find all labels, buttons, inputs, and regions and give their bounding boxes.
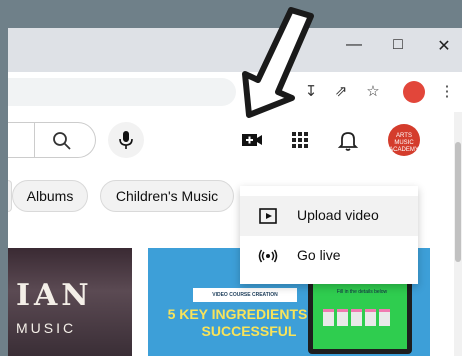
laptop-cards [323,309,393,331]
address-bar: ↧ ⇗ ☆ ⋮ [8,72,462,113]
search-box[interactable] [8,122,96,158]
laptop-illustration: Fill in the details below [308,278,412,354]
profile-avatar[interactable] [403,81,425,103]
play-box-icon [259,208,277,224]
menu-item-upload-video[interactable]: Upload video [240,196,418,236]
thumbnail-badge: VIDEO COURSE CREATION [193,288,297,302]
thumbnail-title: IAN [16,278,93,313]
chip-albums[interactable]: Albums [12,180,88,212]
apps-grid-icon[interactable] [286,126,314,154]
thumbnail-subtitle: MUSIC [16,320,77,336]
close-icon[interactable]: ✕ [430,36,458,56]
search-icon[interactable] [52,131,72,151]
title-bar: — □ ✕ [8,28,462,72]
microphone-icon [119,131,133,149]
scrollbar-thumb[interactable] [455,142,461,262]
menu-item-label: Go live [297,247,341,263]
menu-item-go-live[interactable]: Go live [240,236,418,276]
video-thumbnail[interactable]: IAN MUSIC [8,248,132,356]
browser-window: — □ ✕ ↧ ⇗ ☆ ⋮ ARTS MUSIC ACADEMY Albums … [8,28,462,356]
scrollbar[interactable] [454,112,462,356]
minimize-icon[interactable]: — [340,36,368,54]
live-broadcast-icon [258,249,278,263]
laptop-screen-caption: Fill in the details below [336,289,388,295]
chip-childrens-music[interactable]: Children's Music [100,180,234,212]
install-icon[interactable]: ↧ [300,81,322,103]
create-menu: Upload video Go live [240,186,418,284]
divider [34,123,35,157]
more-menu-icon[interactable]: ⋮ [436,81,458,103]
url-field[interactable] [8,78,236,106]
menu-item-label: Upload video [297,207,379,223]
bookmark-star-icon[interactable]: ☆ [362,81,384,103]
notifications-bell-icon[interactable] [334,126,362,154]
youtube-header: ARTS MUSIC ACADEMY [8,112,454,168]
create-video-icon[interactable] [238,126,266,154]
channel-avatar[interactable]: ARTS MUSIC ACADEMY [388,124,420,156]
maximize-icon[interactable]: □ [384,36,412,54]
voice-search-button[interactable] [108,122,144,158]
share-icon[interactable]: ⇗ [330,81,352,103]
